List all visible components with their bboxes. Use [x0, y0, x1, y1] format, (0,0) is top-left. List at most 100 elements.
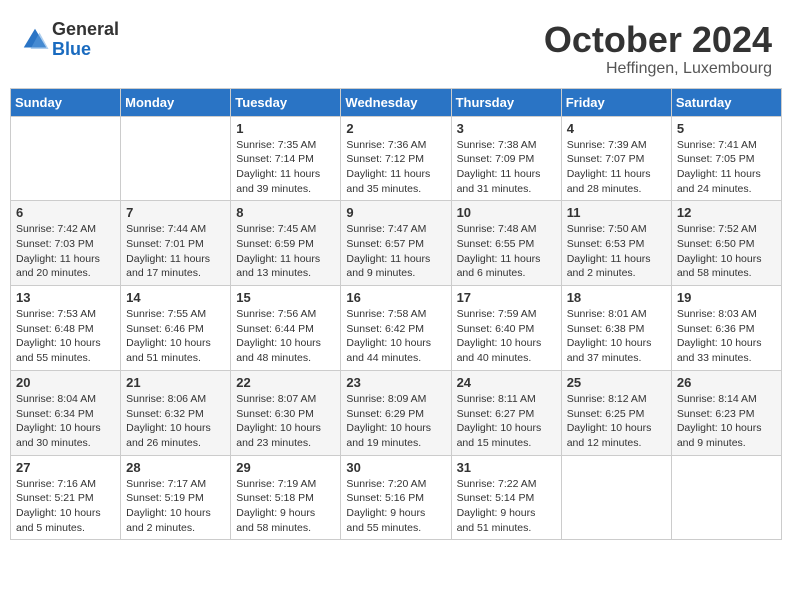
logo: General Blue — [20, 20, 119, 60]
day-info: Sunrise: 8:06 AMSunset: 6:32 PMDaylight:… — [126, 392, 225, 451]
logo-icon — [20, 25, 50, 55]
calendar-cell: 21 Sunrise: 8:06 AMSunset: 6:32 PMDayligh… — [121, 370, 231, 455]
weekday-header: Friday — [561, 88, 671, 116]
weekday-header: Monday — [121, 88, 231, 116]
weekday-header: Wednesday — [341, 88, 451, 116]
day-number: 14 — [126, 290, 225, 305]
day-info: Sunrise: 7:20 AMSunset: 5:16 PMDaylight:… — [346, 477, 445, 536]
calendar-cell: 6Sunrise: 7:42 AMSunset: 7:03 PMDaylight… — [11, 201, 121, 286]
calendar-cell: 12 Sunrise: 7:52 AMSunset: 6:50 PMDayligh… — [671, 201, 781, 286]
calendar-cell: 17Sunrise: 7:59 AMSunset: 6:40 PMDayligh… — [451, 286, 561, 371]
day-number: 7 — [126, 205, 225, 220]
weekday-header: Sunday — [11, 88, 121, 116]
calendar-cell: 20Sunrise: 8:04 AMSunset: 6:34 PMDayligh… — [11, 370, 121, 455]
calendar-cell: 22 Sunrise: 8:07 AMSunset: 6:30 PMDayligh… — [231, 370, 341, 455]
day-number: 24 — [457, 375, 556, 390]
day-number: 18 — [567, 290, 666, 305]
day-info: Sunrise: 7:45 AMSunset: 6:59 PMDaylight:… — [236, 222, 335, 281]
calendar-cell: 4 Sunrise: 7:39 AMSunset: 7:07 PMDaylight… — [561, 116, 671, 201]
day-info: Sunrise: 8:01 AMSunset: 6:38 PMDaylight:… — [567, 307, 666, 366]
day-number: 26 — [677, 375, 776, 390]
day-number: 17 — [457, 290, 556, 305]
calendar-cell: 11 Sunrise: 7:50 AMSunset: 6:53 PMDayligh… — [561, 201, 671, 286]
day-number: 21 — [126, 375, 225, 390]
calendar-cell — [121, 116, 231, 201]
calendar-cell: 14 Sunrise: 7:55 AMSunset: 6:46 PMDayligh… — [121, 286, 231, 371]
calendar-cell: 31 Sunrise: 7:22 AMSunset: 5:14 PMDayligh… — [451, 455, 561, 540]
title-block: October 2024 Heffingen, Luxembourg — [544, 20, 772, 78]
day-number: 5 — [677, 121, 776, 136]
calendar-cell: 5 Sunrise: 7:41 AMSunset: 7:05 PMDaylight… — [671, 116, 781, 201]
calendar-cell: 13Sunrise: 7:53 AMSunset: 6:48 PMDayligh… — [11, 286, 121, 371]
calendar-cell: 10 Sunrise: 7:48 AMSunset: 6:55 PMDayligh… — [451, 201, 561, 286]
day-number: 16 — [346, 290, 445, 305]
page-header: General Blue October 2024 Heffingen, Lux… — [10, 10, 782, 83]
day-number: 11 — [567, 205, 666, 220]
day-info: Sunrise: 7:47 AMSunset: 6:57 PMDaylight:… — [346, 222, 445, 281]
day-number: 10 — [457, 205, 556, 220]
day-info: Sunrise: 7:17 AMSunset: 5:19 PMDaylight:… — [126, 477, 225, 536]
calendar-cell: 27Sunrise: 7:16 AMSunset: 5:21 PMDayligh… — [11, 455, 121, 540]
day-info: Sunrise: 7:44 AMSunset: 7:01 PMDaylight:… — [126, 222, 225, 281]
calendar-cell: 3 Sunrise: 7:38 AMSunset: 7:09 PMDaylight… — [451, 116, 561, 201]
calendar-cell — [561, 455, 671, 540]
day-info: Sunrise: 7:56 AMSunset: 6:44 PMDaylight:… — [236, 307, 335, 366]
logo-general-text: General — [52, 20, 119, 40]
day-number: 1 — [236, 121, 335, 136]
calendar-cell — [11, 116, 121, 201]
day-number: 29 — [236, 460, 335, 475]
calendar-cell: 29 Sunrise: 7:19 AMSunset: 5:18 PMDayligh… — [231, 455, 341, 540]
logo-blue-text: Blue — [52, 40, 119, 60]
calendar-week-row: 20Sunrise: 8:04 AMSunset: 6:34 PMDayligh… — [11, 370, 782, 455]
day-info: Sunrise: 8:11 AMSunset: 6:27 PMDaylight:… — [457, 392, 556, 451]
weekday-header: Tuesday — [231, 88, 341, 116]
calendar-cell: 28 Sunrise: 7:17 AMSunset: 5:19 PMDayligh… — [121, 455, 231, 540]
day-number: 30 — [346, 460, 445, 475]
day-number: 8 — [236, 205, 335, 220]
day-number: 23 — [346, 375, 445, 390]
day-number: 31 — [457, 460, 556, 475]
day-number: 9 — [346, 205, 445, 220]
day-info: Sunrise: 7:38 AMSunset: 7:09 PMDaylight:… — [457, 138, 556, 197]
location-label: Heffingen, Luxembourg — [544, 60, 772, 78]
calendar-week-row: 6Sunrise: 7:42 AMSunset: 7:03 PMDaylight… — [11, 201, 782, 286]
day-info: Sunrise: 7:39 AMSunset: 7:07 PMDaylight:… — [567, 138, 666, 197]
calendar-cell: 23Sunrise: 8:09 AMSunset: 6:29 PMDayligh… — [341, 370, 451, 455]
day-info: Sunrise: 7:22 AMSunset: 5:14 PMDaylight:… — [457, 477, 556, 536]
calendar-week-row: 1 Sunrise: 7:35 AMSunset: 7:14 PMDaylight… — [11, 116, 782, 201]
day-info: Sunrise: 7:58 AMSunset: 6:42 PMDaylight:… — [346, 307, 445, 366]
day-number: 22 — [236, 375, 335, 390]
calendar-week-row: 13Sunrise: 7:53 AMSunset: 6:48 PMDayligh… — [11, 286, 782, 371]
day-info: Sunrise: 7:19 AMSunset: 5:18 PMDaylight:… — [236, 477, 335, 536]
logo-text: General Blue — [52, 20, 119, 60]
day-number: 28 — [126, 460, 225, 475]
day-number: 4 — [567, 121, 666, 136]
day-number: 12 — [677, 205, 776, 220]
calendar-cell — [671, 455, 781, 540]
calendar-cell: 25Sunrise: 8:12 AMSunset: 6:25 PMDayligh… — [561, 370, 671, 455]
calendar-cell: 9 Sunrise: 7:47 AMSunset: 6:57 PMDaylight… — [341, 201, 451, 286]
day-info: Sunrise: 7:35 AMSunset: 7:14 PMDaylight:… — [236, 138, 335, 197]
calendar-cell: 2Sunrise: 7:36 AMSunset: 7:12 PMDaylight… — [341, 116, 451, 201]
day-info: Sunrise: 7:41 AMSunset: 7:05 PMDaylight:… — [677, 138, 776, 197]
day-info: Sunrise: 7:48 AMSunset: 6:55 PMDaylight:… — [457, 222, 556, 281]
calendar-week-row: 27Sunrise: 7:16 AMSunset: 5:21 PMDayligh… — [11, 455, 782, 540]
day-info: Sunrise: 7:55 AMSunset: 6:46 PMDaylight:… — [126, 307, 225, 366]
day-number: 20 — [16, 375, 115, 390]
day-number: 6 — [16, 205, 115, 220]
day-info: Sunrise: 8:07 AMSunset: 6:30 PMDaylight:… — [236, 392, 335, 451]
day-number: 27 — [16, 460, 115, 475]
weekday-header: Thursday — [451, 88, 561, 116]
calendar-cell: 18 Sunrise: 8:01 AMSunset: 6:38 PMDayligh… — [561, 286, 671, 371]
calendar-header-row: SundayMondayTuesdayWednesdayThursdayFrid… — [11, 88, 782, 116]
day-info: Sunrise: 8:03 AMSunset: 6:36 PMDaylight:… — [677, 307, 776, 366]
day-info: Sunrise: 7:50 AMSunset: 6:53 PMDaylight:… — [567, 222, 666, 281]
calendar-table: SundayMondayTuesdayWednesdayThursdayFrid… — [10, 88, 782, 541]
calendar-cell: 15 Sunrise: 7:56 AMSunset: 6:44 PMDayligh… — [231, 286, 341, 371]
day-info: Sunrise: 7:52 AMSunset: 6:50 PMDaylight:… — [677, 222, 776, 281]
day-number: 15 — [236, 290, 335, 305]
day-number: 3 — [457, 121, 556, 136]
calendar-cell: 26Sunrise: 8:14 AMSunset: 6:23 PMDayligh… — [671, 370, 781, 455]
day-info: Sunrise: 8:12 AMSunset: 6:25 PMDaylight:… — [567, 392, 666, 451]
calendar-cell: 30 Sunrise: 7:20 AMSunset: 5:16 PMDayligh… — [341, 455, 451, 540]
